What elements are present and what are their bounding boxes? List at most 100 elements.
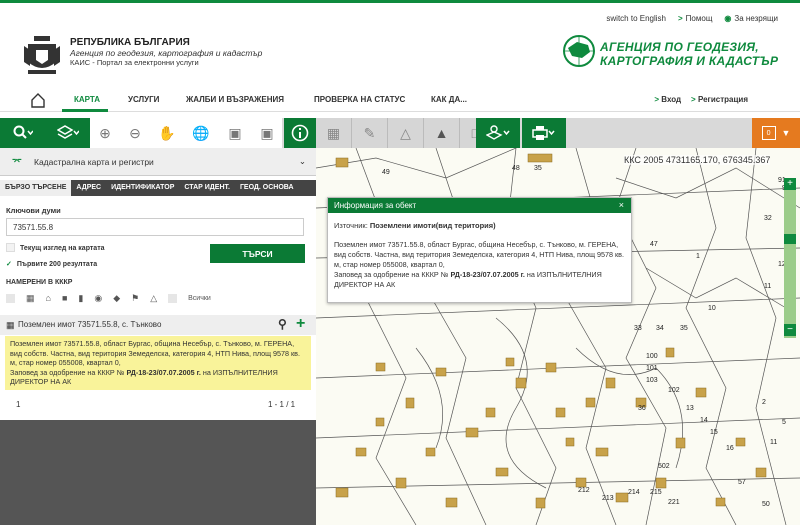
phone-icon[interactable]: ▮: [78, 293, 83, 304]
svg-text:212: 212: [578, 487, 590, 494]
printer-icon: [532, 126, 555, 140]
search-tool-button[interactable]: [0, 118, 46, 148]
nav-status-check[interactable]: ПРОВЕРКА НА СТАТУС: [314, 95, 405, 104]
next-extent-button[interactable]: ▣: [252, 118, 282, 148]
layer-icon: ⌤: [12, 156, 22, 166]
switch-english-link[interactable]: switch to English: [606, 14, 666, 23]
svg-text:34: 34: [656, 325, 664, 332]
result-order-number: РД-18-23/07.07.2005 г.: [126, 367, 201, 377]
building-icon[interactable]: ■: [62, 293, 67, 303]
svg-text:16: 16: [726, 445, 734, 452]
zoom-out-button[interactable]: ⊖: [120, 118, 150, 148]
register-link[interactable]: > Регистрация: [691, 95, 748, 104]
next-extent-icon: ▣: [260, 124, 274, 141]
zoom-plus-icon[interactable]: +: [784, 178, 796, 190]
add-result-icon[interactable]: +: [296, 315, 305, 333]
help-link[interactable]: > Помощ: [678, 14, 712, 23]
visually-impaired-link[interactable]: ◉ За незрящи: [724, 14, 778, 23]
print-button[interactable]: [522, 118, 566, 148]
svg-text:221: 221: [668, 499, 680, 506]
info-button[interactable]: [284, 118, 316, 148]
filter-all-box[interactable]: [6, 293, 15, 303]
measure-distance-button[interactable]: ✎: [352, 118, 388, 148]
chevron-down-icon: ⌄: [298, 156, 306, 166]
popup-header: Информация за обект ×: [328, 198, 631, 213]
tab-geodetic-base[interactable]: ГЕОД. ОСНОВА: [235, 180, 299, 196]
tab-identifier[interactable]: ИДЕНТИФИКАТОР: [106, 180, 179, 196]
search-button[interactable]: ТЪРСИ: [210, 244, 305, 263]
layers-tool-button[interactable]: [46, 118, 90, 148]
svg-text:101: 101: [646, 365, 658, 372]
zoom-to-result-icon[interactable]: ⚲: [278, 317, 287, 331]
filter-all-checkbox[interactable]: [168, 293, 178, 303]
upload-button[interactable]: ▲: [424, 118, 460, 148]
svg-text:13: 13: [686, 405, 694, 412]
flag-icon[interactable]: ⚑: [131, 293, 139, 304]
globe-icon: 🌐: [192, 124, 210, 141]
polygon-icon[interactable]: △: [150, 293, 157, 304]
basket-button[interactable]: 0 ▼: [752, 118, 800, 148]
svg-text:35: 35: [534, 165, 542, 172]
agency-globe-logo: [563, 35, 595, 67]
result-details: Поземлен имот 73571.55.8, област Бургас,…: [5, 336, 311, 390]
pan-button[interactable]: ✋: [150, 118, 184, 148]
home-icon[interactable]: ⌂: [46, 293, 51, 303]
layers-icon[interactable]: ◆: [113, 293, 120, 304]
result-title: Поземлен имот 73571.55.8, с. Тънково: [18, 320, 162, 329]
grid-icon: ▦: [6, 320, 15, 330]
full-extent-button[interactable]: 🌐: [184, 118, 218, 148]
zoom-track: [784, 178, 796, 338]
map-layers-menu-button[interactable]: [476, 118, 520, 148]
main-nav: КАРТА УСЛУГИ ЖАЛБИ И ВЪЗРАЖЕНИЯ ПРОВЕРКА…: [0, 88, 800, 112]
zoom-in-button[interactable]: ⊕: [90, 118, 120, 148]
nav-services[interactable]: УСЛУГИ: [128, 95, 159, 104]
tab-quick-search[interactable]: БЪРЗО ТЪРСЕНЕ: [0, 180, 72, 196]
login-label: Вход: [661, 95, 682, 104]
zoom-minus-icon[interactable]: −: [784, 324, 796, 336]
found-label: НАМЕРЕНИ В КККР: [6, 279, 73, 286]
measure-area-button[interactable]: ▦: [316, 118, 352, 148]
nav-how-to[interactable]: КАК ДА...: [431, 95, 467, 104]
pin-icon[interactable]: ◉: [94, 293, 102, 304]
agency-line-1: АГЕНЦИЯ ПО ГЕОДЕЗИЯ,: [600, 40, 759, 54]
svg-text:103: 103: [646, 377, 658, 384]
grid-ruler-icon: ▦: [326, 124, 341, 141]
layers-icon: [57, 125, 79, 139]
page-number[interactable]: 1: [16, 400, 20, 409]
popup-source-value: Поземлени имоти(вид територия): [369, 221, 496, 230]
polygon-icon: △: [400, 124, 411, 141]
grid-icon[interactable]: ▦: [26, 293, 35, 304]
top-links: switch to English > Помощ ◉ За незрящи: [606, 14, 778, 23]
register-label: Регистрация: [697, 95, 748, 104]
keywords-label: Ключови думи: [6, 206, 61, 215]
nav-map[interactable]: КАРТА: [74, 95, 100, 104]
close-icon[interactable]: ×: [619, 200, 624, 210]
zoom-slider[interactable]: + −: [782, 178, 796, 338]
popup-text: Поземлен имот 73571.55.8, област Бургас,…: [334, 240, 624, 269]
tab-old-identifier[interactable]: СТАР ИДЕНТ.: [179, 180, 235, 196]
svg-text:11: 11: [770, 439, 777, 446]
previous-extent-button[interactable]: ▣: [218, 118, 252, 148]
svg-text:15: 15: [710, 429, 718, 436]
draw-polygon-button[interactable]: △: [388, 118, 424, 148]
svg-text:47: 47: [650, 241, 658, 248]
zoom-out-icon: ⊖: [129, 124, 141, 141]
svg-text:11: 11: [764, 283, 771, 290]
first200-label: Първите 200 резултата: [16, 261, 98, 268]
first200-checkbox[interactable]: ✓ Първите 200 резултата: [6, 260, 97, 268]
zoom-handle[interactable]: [784, 234, 796, 244]
svg-text:32: 32: [764, 215, 772, 222]
svg-text:102: 102: [668, 387, 680, 394]
login-link[interactable]: > Вход: [654, 95, 681, 104]
layer-selector[interactable]: ⌤ Кадастрална карта и регистри ⌄: [0, 148, 316, 176]
current-view-checkbox[interactable]: Текущ изглед на картата: [6, 243, 105, 252]
nav-complaints[interactable]: ЖАЛБИ И ВЪЗРАЖЕНИЯ: [186, 95, 284, 104]
tab-address[interactable]: АДРЕС: [71, 180, 106, 196]
svg-text:502: 502: [658, 463, 670, 470]
result-header[interactable]: ▦ Поземлен имот 73571.55.8, с. Тънково ⚲…: [0, 315, 316, 335]
svg-text:14: 14: [700, 417, 708, 424]
upload-icon: ▲: [434, 125, 449, 141]
home-icon[interactable]: [30, 92, 46, 108]
keywords-input[interactable]: 73571.55.8: [6, 218, 304, 236]
search-tabs: БЪРЗО ТЪРСЕНЕ АДРЕС ИДЕНТИФИКАТОР СТАР И…: [0, 180, 316, 196]
